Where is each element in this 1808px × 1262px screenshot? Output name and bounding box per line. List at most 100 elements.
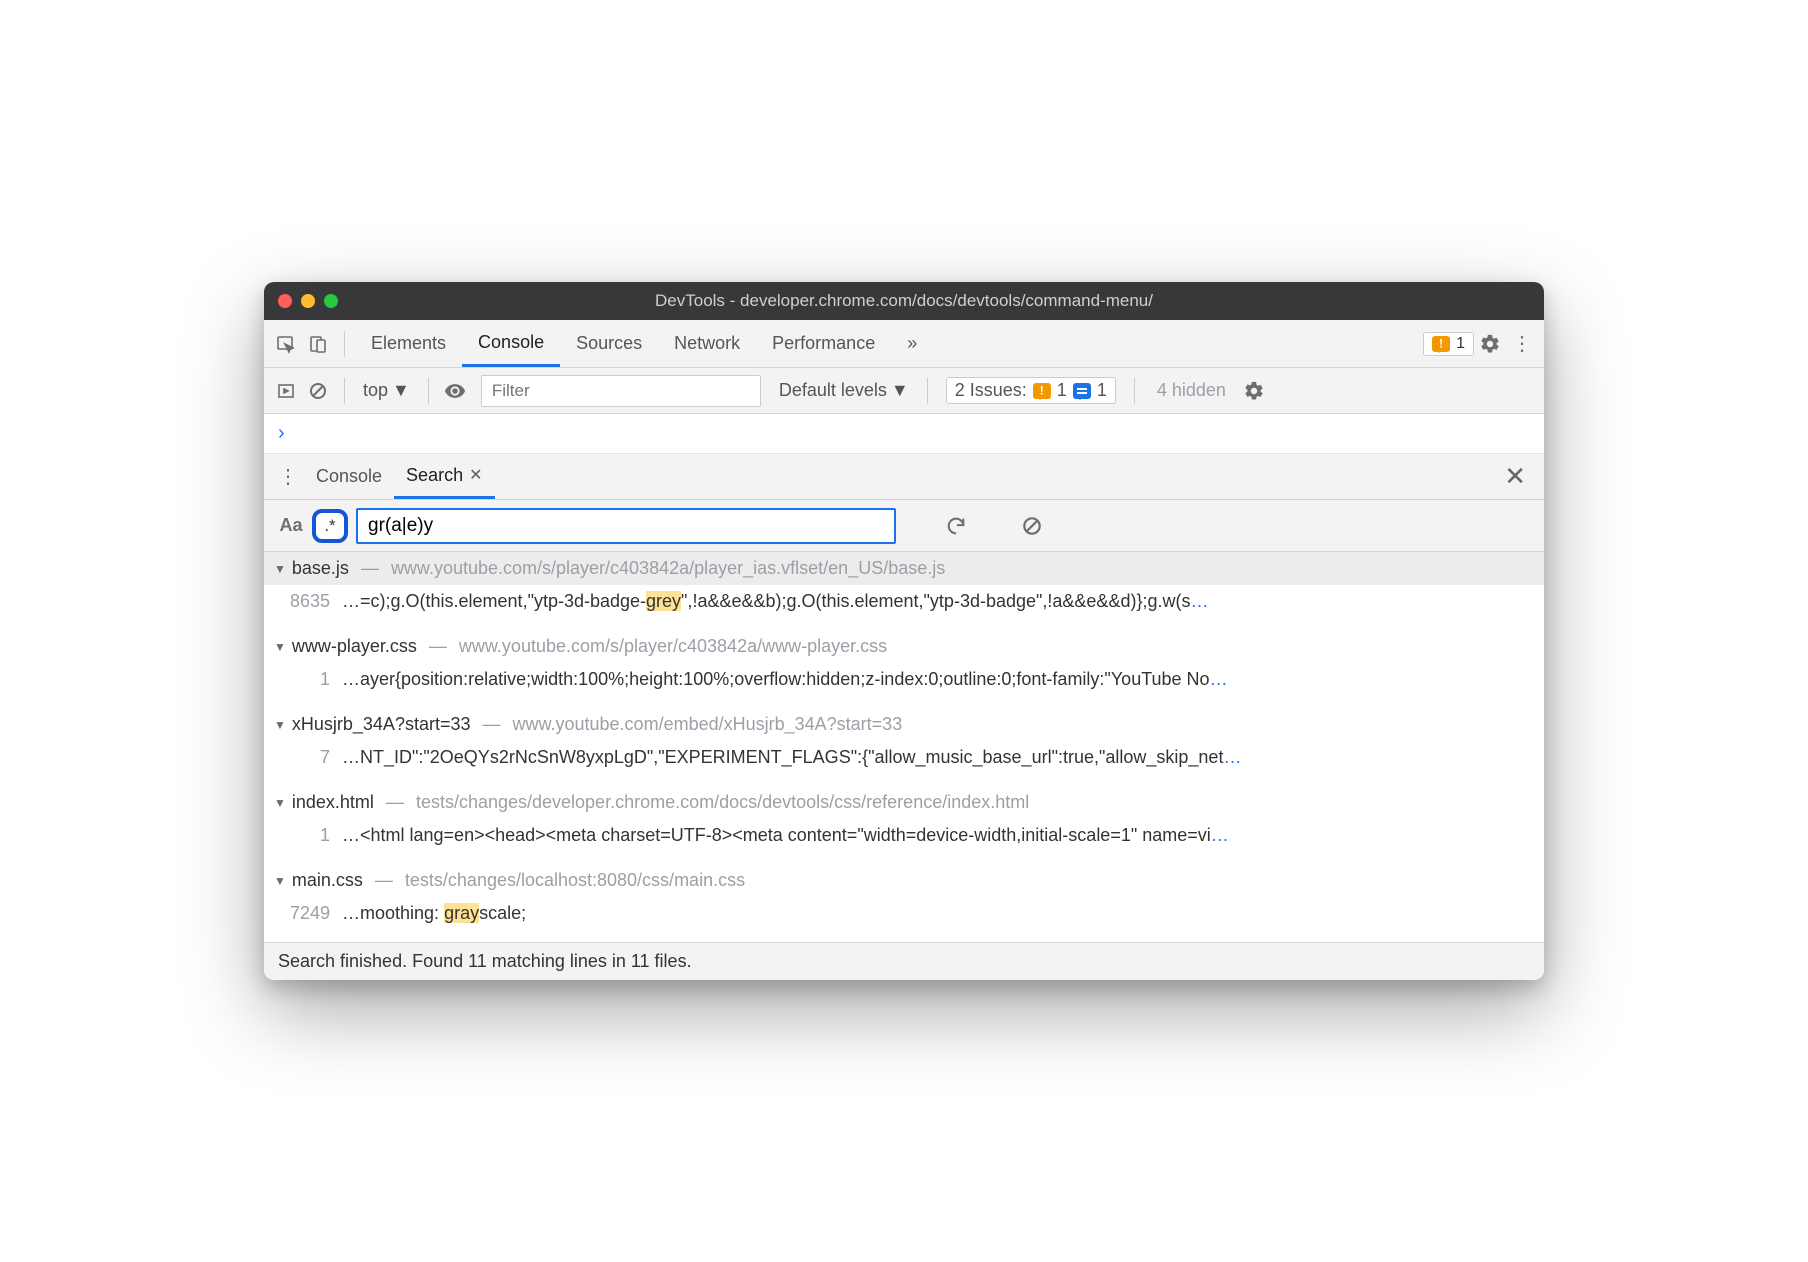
- result-file-header[interactable]: ▼index.html—tests/changes/developer.chro…: [264, 786, 1544, 819]
- line-number: 7249: [284, 903, 330, 924]
- log-levels-selector[interactable]: Default levels ▼: [771, 376, 917, 406]
- context-label: top: [363, 380, 388, 401]
- maximize-window-button[interactable]: [324, 294, 338, 308]
- match-highlight: grey: [646, 591, 681, 611]
- disclosure-triangle-icon: ▼: [274, 562, 286, 576]
- line-number: 7: [284, 747, 330, 768]
- result-filename: base.js: [292, 558, 349, 579]
- main-tabs: Elements Console Sources Network Perform…: [264, 320, 1544, 368]
- toggle-sidebar-icon[interactable]: [270, 375, 302, 407]
- live-expression-icon[interactable]: [439, 375, 471, 407]
- settings-icon[interactable]: [1474, 328, 1506, 360]
- match-case-button[interactable]: Aa: [274, 515, 308, 536]
- line-number: 1: [284, 669, 330, 690]
- chevron-down-icon: ▼: [891, 380, 909, 401]
- result-filename: main.css: [292, 870, 363, 891]
- result-file-header[interactable]: ▼base.js—www.youtube.com/s/player/c40384…: [264, 552, 1544, 585]
- issues-label: 2 Issues:: [955, 380, 1027, 401]
- close-tab-icon[interactable]: ✕: [469, 465, 482, 485]
- tab-overflow[interactable]: »: [891, 320, 933, 367]
- result-filename: xHusjrb_34A?start=33: [292, 714, 471, 735]
- drawer-tab-search[interactable]: Search ✕: [394, 454, 494, 499]
- drawer-tabs: ⋮ Console Search ✕ ✕: [264, 454, 1544, 500]
- filter-input[interactable]: [481, 375, 761, 407]
- search-bar: Aa .*: [264, 500, 1544, 552]
- search-results: ▼base.js—www.youtube.com/s/player/c40384…: [264, 552, 1544, 942]
- console-toolbar: top ▼ Default levels ▼ 2 Issues: 1 1 4 h…: [264, 368, 1544, 414]
- more-menu-icon[interactable]: ⋮: [1506, 328, 1538, 360]
- divider: [927, 378, 928, 404]
- result-line[interactable]: 1 …<html lang=en><head><meta charset=UTF-…: [264, 819, 1544, 864]
- hidden-count[interactable]: 4 hidden: [1157, 380, 1226, 401]
- drawer-tab-console[interactable]: Console: [304, 454, 394, 499]
- regex-icon: .*: [324, 516, 335, 536]
- result-line[interactable]: 7249…moothing: grayscale;: [264, 897, 1544, 942]
- result-line[interactable]: 8635 …=c);g.O(this.element,"ytp-3d-badge-…: [264, 585, 1544, 630]
- inspect-icon[interactable]: [270, 328, 302, 360]
- prompt-chevron-icon: ›: [278, 422, 285, 445]
- divider: [1134, 378, 1135, 404]
- close-drawer-icon[interactable]: ✕: [1494, 461, 1536, 492]
- disclosure-triangle-icon: ▼: [274, 796, 286, 810]
- tab-elements[interactable]: Elements: [355, 320, 462, 367]
- issues-summary[interactable]: 2 Issues: 1 1: [946, 377, 1116, 404]
- issues-badge[interactable]: 1: [1423, 332, 1474, 356]
- result-filename: index.html: [292, 792, 374, 813]
- disclosure-triangle-icon: ▼: [274, 718, 286, 732]
- console-prompt[interactable]: ›: [264, 414, 1544, 454]
- divider: [344, 331, 345, 357]
- dash: —: [483, 714, 501, 735]
- window-title: DevTools - developer.chrome.com/docs/dev…: [278, 291, 1530, 311]
- devtools-window: DevTools - developer.chrome.com/docs/dev…: [264, 282, 1544, 980]
- line-text: …<html lang=en><head><meta charset=UTF-8…: [342, 825, 1534, 846]
- line-number: 8635: [284, 591, 330, 612]
- disclosure-triangle-icon: ▼: [274, 874, 286, 888]
- dash: —: [361, 558, 379, 579]
- tab-performance[interactable]: Performance: [756, 320, 891, 367]
- close-window-button[interactable]: [278, 294, 292, 308]
- issues-orange-count: 1: [1057, 380, 1067, 401]
- tab-network[interactable]: Network: [658, 320, 756, 367]
- clear-console-icon[interactable]: [302, 375, 334, 407]
- divider: [428, 378, 429, 404]
- drawer-menu-icon[interactable]: ⋮: [272, 461, 304, 493]
- minimize-window-button[interactable]: [301, 294, 315, 308]
- result-file-header[interactable]: ▼ xHusjrb_34A?start=33 — www.youtube.com/em…: [264, 708, 1544, 741]
- warning-bubble-icon: [1432, 336, 1450, 352]
- line-text: …ayer{position:relative;width:100%;heigh…: [342, 669, 1534, 690]
- status-bar: Search finished. Found 11 matching lines…: [264, 942, 1544, 980]
- refresh-search-icon[interactable]: [940, 510, 972, 542]
- result-file-header[interactable]: ▼main.css—tests/changes/localhost:8080/c…: [264, 864, 1544, 897]
- tab-console[interactable]: Console: [462, 320, 560, 367]
- levels-label: Default levels: [779, 380, 887, 401]
- context-selector[interactable]: top ▼: [355, 376, 418, 406]
- result-filename: www-player.css: [292, 636, 417, 657]
- truncation-ellipsis: …: [1223, 747, 1241, 767]
- regex-toggle-button[interactable]: .*: [312, 509, 348, 543]
- result-line[interactable]: 7 …NT_ID":"2OeQYs2rNcSnW8yxpLgD","EXPERIM…: [264, 741, 1544, 786]
- clear-search-icon[interactable]: [1016, 510, 1048, 542]
- traffic-lights: [278, 294, 338, 308]
- divider: [344, 378, 345, 404]
- dash: —: [375, 870, 393, 891]
- line-text: …NT_ID":"2OeQYs2rNcSnW8yxpLgD","EXPERIME…: [342, 747, 1534, 768]
- truncation-ellipsis: …: [1190, 591, 1208, 611]
- console-settings-icon[interactable]: [1238, 375, 1270, 407]
- line-text: …=c);g.O(this.element,"ytp-3d-badge-grey…: [342, 591, 1534, 612]
- dash: —: [429, 636, 447, 657]
- line-number: 1: [284, 825, 330, 846]
- drawer-tab-search-label: Search: [406, 465, 463, 486]
- issues-blue-count: 1: [1097, 380, 1107, 401]
- dash: —: [386, 792, 404, 813]
- result-line[interactable]: 1 …ayer{position:relative;width:100%;heig…: [264, 663, 1544, 708]
- truncation-ellipsis: …: [1210, 669, 1228, 689]
- issues-count: 1: [1456, 335, 1465, 353]
- tab-sources[interactable]: Sources: [560, 320, 658, 367]
- search-input[interactable]: [356, 508, 896, 544]
- match-highlight: gray: [444, 903, 479, 923]
- result-file-header[interactable]: ▼www-player.css—www.youtube.com/s/player…: [264, 630, 1544, 663]
- device-toggle-icon[interactable]: [302, 328, 334, 360]
- titlebar: DevTools - developer.chrome.com/docs/dev…: [264, 282, 1544, 320]
- disclosure-triangle-icon: ▼: [274, 640, 286, 654]
- result-filepath: www.youtube.com/embed/xHusjrb_34A?start=…: [513, 714, 903, 735]
